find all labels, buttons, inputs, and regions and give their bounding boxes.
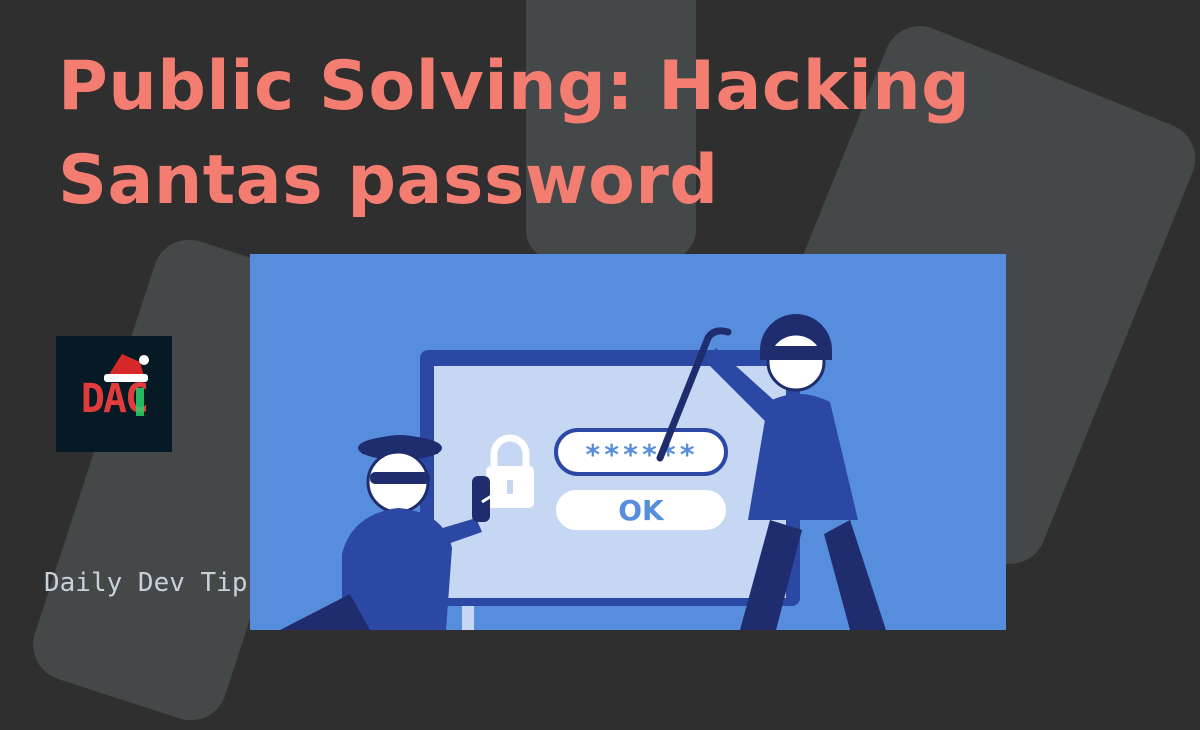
- title-line-1: Public Solving: Hacking: [58, 47, 971, 126]
- ok-label: OK: [618, 494, 665, 527]
- title-line-2: Santas password: [58, 141, 719, 220]
- page-title: Public Solving: Hacking Santas password: [58, 40, 1158, 228]
- santa-hat-icon: [104, 354, 149, 382]
- brand-name: Daily Dev Tips: [44, 568, 264, 598]
- logo-accent: [136, 388, 144, 416]
- password-field: ******: [554, 428, 728, 476]
- password-mask: ******: [584, 438, 697, 471]
- ok-button: OK: [556, 490, 726, 530]
- hero-illustration: ****** OK: [250, 254, 1006, 630]
- dac-logo: DAC: [81, 354, 149, 422]
- site-logo: DAC: [56, 336, 172, 452]
